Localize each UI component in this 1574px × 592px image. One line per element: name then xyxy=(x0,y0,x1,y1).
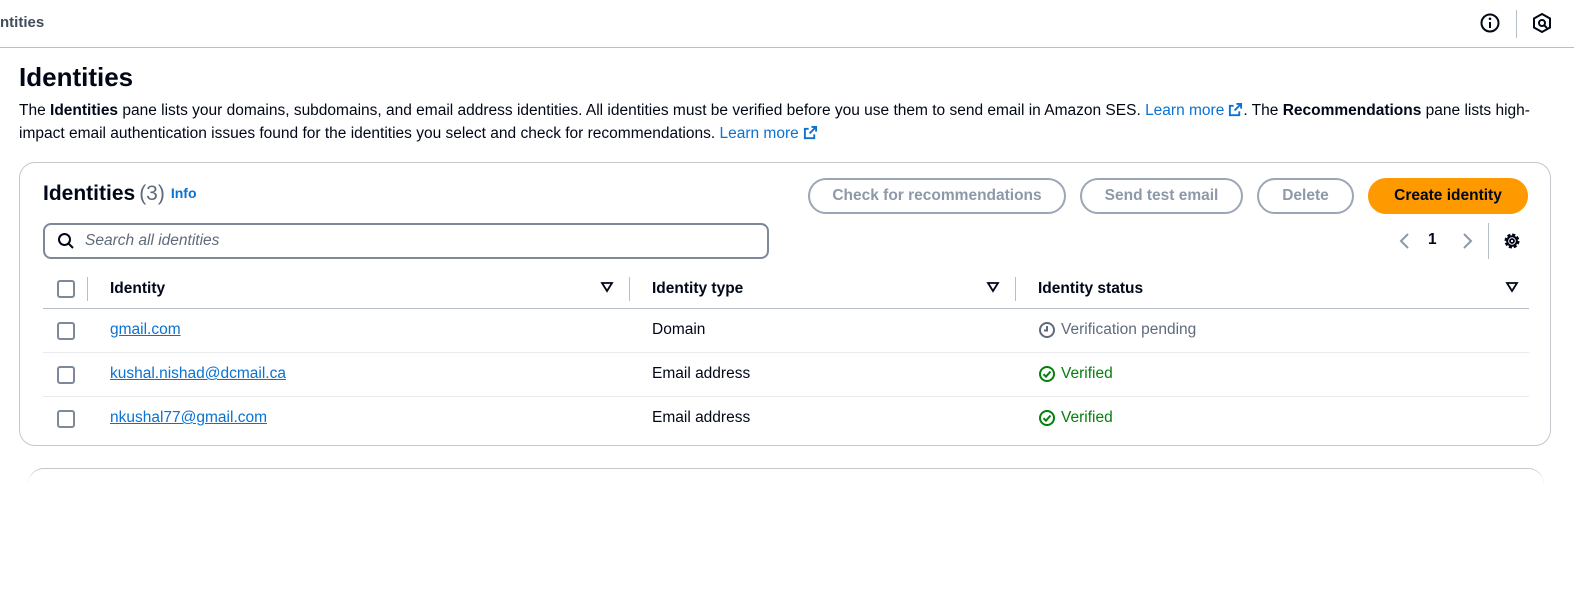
table-header: Identity Identity type Identity status xyxy=(43,269,1529,309)
status-badge: Verification pending xyxy=(1038,321,1196,339)
identity-link[interactable]: nkushal77@gmail.com xyxy=(110,409,267,427)
table-title: Identities (3) Info xyxy=(43,182,197,205)
column-header-identity-status[interactable]: Identity status xyxy=(1038,280,1143,298)
column-divider xyxy=(87,277,88,301)
identity-type: Email address xyxy=(652,409,751,426)
pager-divider xyxy=(1488,223,1489,259)
learn-more-link[interactable]: Learn more xyxy=(1145,102,1243,119)
search-box[interactable] xyxy=(43,223,769,259)
select-all-checkbox[interactable] xyxy=(57,280,75,298)
page-description: The Identities pane lists your domains, … xyxy=(19,102,1530,142)
status-badge: Verified xyxy=(1038,365,1113,383)
learn-more-link-2[interactable]: Learn more xyxy=(719,125,817,142)
check-recommendations-button[interactable]: Check for recommendations xyxy=(808,178,1066,214)
status-badge: Verified xyxy=(1038,409,1113,427)
table-row[interactable]: nkushal77@gmail.com Email address Verifi… xyxy=(43,397,1529,441)
search-icon xyxy=(58,233,74,249)
table-row[interactable]: kushal.nishad@dcmail.ca Email address Ve… xyxy=(43,353,1529,397)
breadcrumb[interactable]: ntities xyxy=(0,14,44,31)
create-identity-button[interactable]: Create identity xyxy=(1368,178,1528,214)
clock-icon xyxy=(1039,322,1055,338)
recommendations-card-edge xyxy=(28,468,1544,488)
gear-icon[interactable] xyxy=(1501,230,1523,252)
delete-button[interactable]: Delete xyxy=(1257,178,1354,214)
page-title: Identities xyxy=(19,62,134,92)
search-input[interactable] xyxy=(85,232,735,250)
info-circle-icon[interactable] xyxy=(1479,12,1501,34)
identity-count: (3) xyxy=(139,182,165,205)
send-test-email-button[interactable]: Send test email xyxy=(1080,178,1243,214)
check-circle-icon xyxy=(1039,410,1055,426)
identity-link[interactable]: kushal.nishad@dcmail.ca xyxy=(110,365,286,383)
table-row[interactable]: gmail.com Domain Verification pending xyxy=(43,309,1529,353)
external-link-icon xyxy=(803,125,817,140)
topbar-divider xyxy=(1516,10,1517,38)
external-link-icon xyxy=(1229,102,1243,117)
info-link[interactable]: Info xyxy=(171,185,197,201)
row-checkbox[interactable] xyxy=(57,366,75,384)
column-divider[interactable] xyxy=(1015,277,1016,301)
identities-table-card: Identities (3) Info Check for recommendati… xyxy=(19,162,1551,446)
top-bar: ntities xyxy=(0,0,1574,48)
chevron-right-icon[interactable] xyxy=(1457,229,1477,253)
column-header-identity-type[interactable]: Identity type xyxy=(652,280,743,298)
help-panel-icon[interactable] xyxy=(1531,12,1553,34)
chevron-left-icon[interactable] xyxy=(1395,229,1415,253)
row-checkbox[interactable] xyxy=(57,322,75,340)
column-header-identity[interactable]: Identity xyxy=(110,280,165,298)
check-circle-icon xyxy=(1039,366,1055,382)
identity-type: Email address xyxy=(652,365,751,382)
sort-down-icon[interactable] xyxy=(1505,280,1519,294)
sort-down-icon[interactable] xyxy=(986,280,1000,294)
page-number[interactable]: 1 xyxy=(1428,231,1437,249)
row-checkbox[interactable] xyxy=(57,410,75,428)
column-divider[interactable] xyxy=(629,277,630,301)
identity-type: Domain xyxy=(652,321,706,338)
identity-link[interactable]: gmail.com xyxy=(110,321,181,339)
sort-down-icon[interactable] xyxy=(600,280,614,294)
